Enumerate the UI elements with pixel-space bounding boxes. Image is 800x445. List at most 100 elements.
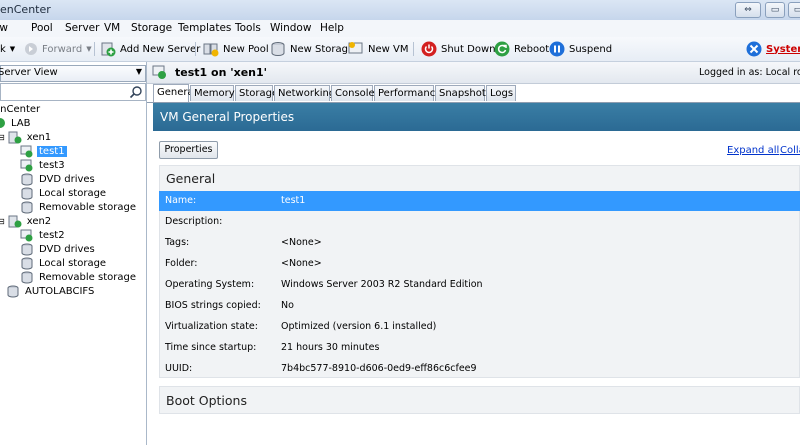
menu-templates[interactable]: Templates: [178, 22, 231, 34]
property-key: Tags:: [165, 237, 190, 248]
window-title: enCenter: [0, 3, 51, 16]
minimize-button[interactable]: ▭: [765, 2, 785, 18]
menu-bar: iew Pool Server VM Storage Templates Too…: [0, 20, 800, 38]
tree-label: Removable storage: [39, 201, 137, 213]
tree-node-removable-storage[interactable]: Removable storage: [20, 270, 138, 284]
search-icon[interactable]: [129, 85, 143, 99]
property-row[interactable]: BIOS strings copied: No: [159, 296, 800, 316]
collapse-icon[interactable]: ⊟: [0, 133, 5, 142]
toolbar-separator: [94, 42, 95, 56]
search-input[interactable]: [0, 83, 146, 101]
view-selector-value: Server View: [0, 67, 58, 78]
tree-label: Local storage: [39, 187, 107, 199]
restore-button[interactable]: ⇔: [735, 2, 761, 18]
server-icon: [8, 215, 22, 227]
tree-label: AUTOLABCIFS: [25, 285, 95, 297]
tree-label: test1: [37, 145, 67, 157]
add-server-icon: [101, 42, 116, 57]
vm-running-icon: [20, 159, 33, 171]
dropdown-arrow-icon[interactable]: ▼: [86, 45, 91, 53]
pause-icon: [549, 41, 565, 57]
resource-pane: Server View ▼ enCenter LAB ⊟ xen1 test1 …: [0, 62, 147, 445]
tab-logs[interactable]: Logs: [486, 85, 516, 101]
property-value: 7b4bc577-8910-d606-0ed9-eff86c6cfee9: [281, 363, 477, 374]
tab-performance[interactable]: Performance: [374, 85, 441, 101]
reboot-button[interactable]: Reboot: [494, 41, 549, 57]
tree-node-local-storage[interactable]: Local storage: [20, 186, 108, 200]
storage-icon: [21, 187, 33, 200]
power-icon: [421, 41, 437, 57]
tree-node-test3[interactable]: test3: [20, 158, 67, 172]
properties-button[interactable]: Properties: [159, 141, 218, 159]
tree-label: DVD drives: [39, 173, 95, 185]
property-row[interactable]: Virtualization state: Optimized (version …: [159, 317, 800, 337]
menu-storage[interactable]: Storage: [131, 22, 172, 34]
add-new-server-button[interactable]: Add New Server: [100, 41, 200, 57]
tab-console[interactable]: Console: [331, 85, 375, 101]
property-row[interactable]: Folder: <None>: [159, 254, 800, 274]
menu-window[interactable]: Window: [270, 22, 311, 34]
menu-help[interactable]: Help: [320, 22, 344, 34]
property-key: Name:: [165, 195, 197, 206]
menu-pool[interactable]: Pool: [31, 22, 53, 34]
property-value: <None>: [281, 258, 322, 269]
tree-node-dvd-drives[interactable]: DVD drives: [20, 242, 97, 256]
property-row[interactable]: Time since startup: 21 hours 30 minutes: [159, 338, 800, 358]
tree-node-test2[interactable]: test2: [20, 228, 67, 242]
tree-node-pool[interactable]: LAB: [0, 116, 33, 130]
general-section-title[interactable]: General: [166, 171, 215, 186]
content-pane: test1 on 'xen1' Logged in as: Local root…: [147, 62, 800, 445]
view-selector[interactable]: Server View ▼: [0, 65, 146, 82]
tree-node-removable-storage[interactable]: Removable storage: [20, 200, 138, 214]
property-row[interactable]: Description:: [159, 212, 800, 232]
property-row[interactable]: Name: test1: [159, 191, 800, 211]
expand-all-link[interactable]: Expand all: [727, 145, 779, 156]
suspend-button[interactable]: Suspend: [549, 41, 612, 57]
collapse-icon[interactable]: ⊟: [0, 217, 5, 226]
tab-storage[interactable]: Storage: [235, 85, 278, 101]
new-storage-label: New Storage: [290, 43, 355, 55]
tree-node-xen2[interactable]: ⊟ xen2: [0, 214, 53, 228]
tree-node-xen1[interactable]: ⊟ xen1: [0, 130, 53, 144]
tree-label: Local storage: [39, 257, 107, 269]
system-alerts-button[interactable]: System: [746, 41, 800, 57]
property-value: 21 hours 30 minutes: [281, 342, 380, 353]
new-pool-button[interactable]: New Pool: [203, 41, 269, 57]
tree-label: LAB: [11, 117, 31, 129]
tab-snapshots[interactable]: Snapshots: [435, 85, 491, 101]
new-storage-button[interactable]: New Storage: [270, 41, 354, 57]
vm-running-icon: [20, 229, 33, 241]
menu-view[interactable]: iew: [0, 22, 8, 34]
new-vm-button[interactable]: New VM: [348, 41, 408, 57]
boot-options-title[interactable]: Boot Options: [166, 393, 247, 408]
shut-down-button[interactable]: Shut Down: [421, 41, 495, 57]
tree-node-local-storage[interactable]: Local storage: [20, 256, 108, 270]
property-row[interactable]: UUID: 7b4bc577-8910-d606-0ed9-eff86c6cfee…: [159, 359, 800, 379]
property-key: Description:: [165, 216, 223, 227]
property-key: Operating System:: [165, 279, 255, 290]
menu-tools[interactable]: Tools: [235, 22, 261, 34]
property-key: Time since startup:: [165, 342, 257, 353]
tab-general[interactable]: General: [153, 84, 196, 102]
tree-node-autolabcifs[interactable]: AUTOLABCIFS: [6, 284, 96, 298]
maximize-button[interactable]: ▭: [788, 2, 800, 18]
tree-node-root[interactable]: enCenter: [0, 102, 42, 116]
menu-server[interactable]: Server: [65, 22, 99, 34]
shut-down-label: Shut Down: [441, 43, 496, 55]
new-vm-icon: [348, 42, 363, 54]
tree-node-test1[interactable]: test1: [20, 144, 67, 158]
property-key: BIOS strings copied:: [165, 300, 261, 311]
toolbar: k ▼ Forward ▼ Add New Server New Pool Ne…: [0, 37, 800, 62]
tab-memory[interactable]: Memory: [190, 85, 235, 101]
forward-button[interactable]: Forward ▼: [24, 41, 92, 57]
tab-networking[interactable]: Networking: [274, 85, 335, 101]
storage-icon: [21, 271, 33, 284]
dropdown-arrow-icon[interactable]: ▼: [10, 45, 15, 53]
property-row[interactable]: Operating System: Windows Server 2003 R2 …: [159, 275, 800, 295]
collapse-all-link[interactable]: Colla: [780, 145, 800, 156]
property-row[interactable]: Tags: <None>: [159, 233, 800, 253]
property-value: <None>: [281, 237, 322, 248]
back-button[interactable]: k ▼: [0, 41, 15, 57]
tree-node-dvd-drives[interactable]: DVD drives: [20, 172, 97, 186]
menu-vm[interactable]: VM: [104, 22, 120, 34]
